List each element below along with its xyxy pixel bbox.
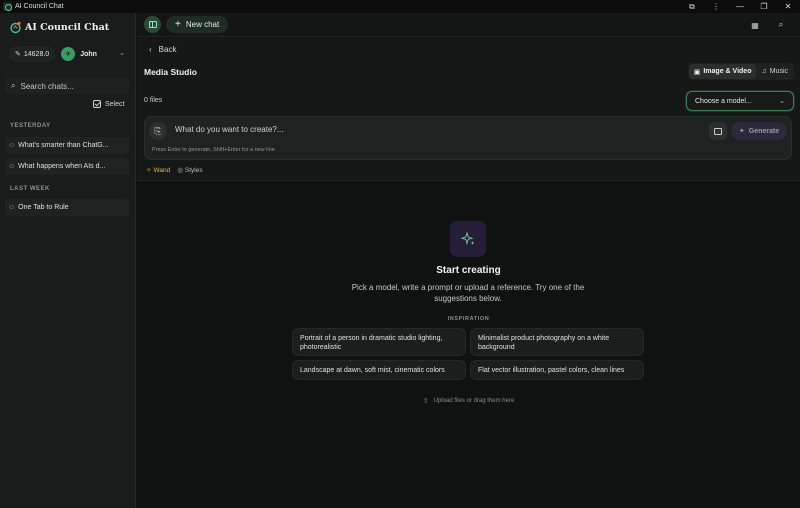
prompt-tools: ✧ Wand ◎ Styles <box>146 166 210 175</box>
users-icon: ☺ <box>8 163 16 170</box>
title-bar: AI Council Chat ⧉ ⋮ — ❐ ✕ <box>0 0 800 13</box>
wand-icon: ✧ <box>146 167 152 174</box>
tab-label: Music <box>769 68 788 75</box>
search-icon: ⌕ <box>11 81 16 90</box>
app-icon <box>3 2 12 11</box>
credits-badge[interactable]: ✎ 14628.0 <box>9 46 56 62</box>
styles-button[interactable]: ◎ Styles <box>177 166 203 175</box>
tag-icon: ✎ <box>15 51 21 58</box>
chat-title: What happens when AIs d... <box>18 163 106 170</box>
upload-icon: ⇧ <box>422 398 429 405</box>
generate-button[interactable]: ✦ Generate <box>731 122 787 140</box>
chat-title: One Tab to Rule <box>18 204 69 211</box>
palette-icon: ◎ <box>177 167 183 174</box>
top-actions: ▦ ⌕ <box>736 19 788 31</box>
chevron-down-icon: ⌄ <box>779 98 785 105</box>
model-select[interactable]: Choose a model... ⌄ <box>686 91 794 111</box>
brand-logo-icon <box>9 21 22 34</box>
upload-dropzone[interactable]: ⇧ Upload files or drag them here <box>137 397 800 405</box>
brand[interactable]: AI Council Chat <box>9 21 109 34</box>
close-button[interactable]: ✕ <box>776 0 800 13</box>
window-controls: ⧉ ⋮ — ❐ ✕ <box>680 0 800 13</box>
plus-icon: + <box>175 19 181 30</box>
suggestion-card[interactable]: Landscape at dawn, soft mist, cinematic … <box>292 360 466 380</box>
wand-label: Wand <box>153 166 171 174</box>
chevron-down-icon[interactable]: ⌄ <box>119 49 125 57</box>
chat-title: What's smarter than ChatG... <box>18 142 109 149</box>
chevron-left-icon: ‹ <box>149 45 152 54</box>
minimize-button[interactable]: — <box>728 0 752 13</box>
empty-state-icon <box>450 221 486 257</box>
credits-value: 14628.0 <box>23 50 50 58</box>
brand-name: AI Council Chat <box>25 22 110 33</box>
new-chat-label: New chat <box>185 20 220 29</box>
sidebar-icon <box>148 21 157 28</box>
more-options-icon[interactable]: ⋮ <box>704 0 728 13</box>
wand-button[interactable]: ✧ Wand <box>146 166 171 175</box>
sparkles-icon <box>460 231 475 245</box>
attach-button[interactable]: ⎘ <box>149 122 167 140</box>
model-select-value: Choose a model... <box>695 97 752 105</box>
suggestion-card[interactable]: Portrait of a person in dramatic studio … <box>292 328 466 356</box>
prompt-hint: Press Enter to generate, Shift+Enter for… <box>152 147 275 153</box>
image-icon: ▣ <box>693 68 701 76</box>
section-label-last-week: LAST WEEK <box>10 186 50 192</box>
back-label: Back <box>158 45 177 54</box>
upload-reference-button[interactable] <box>709 122 727 140</box>
styles-label: Styles <box>184 166 203 174</box>
toggle-sidebar-button[interactable] <box>144 16 161 33</box>
new-chat-button[interactable]: + New chat <box>166 16 229 33</box>
search-input[interactable] <box>20 81 121 91</box>
window-title: AI Council Chat <box>15 3 64 10</box>
tab-image-video[interactable]: ▣ Image & Video <box>688 64 757 79</box>
search-box: ⌕ <box>5 78 129 94</box>
generate-label: Generate <box>748 127 780 135</box>
prompt-input[interactable] <box>175 125 695 134</box>
upload-hint-label: Upload files or drag them here <box>433 398 515 404</box>
empty-state-title: Start creating <box>436 265 501 276</box>
tab-music[interactable]: ♫ Music <box>756 64 793 79</box>
suggestion-card[interactable]: Minimalist product photography on a whit… <box>470 328 644 356</box>
files-count: 0 files <box>144 97 163 104</box>
music-icon: ♫ <box>761 68 767 75</box>
user-name: John <box>80 50 97 58</box>
back-button[interactable]: ‹ Back <box>149 45 176 54</box>
restore-button[interactable]: ❐ <box>752 0 776 13</box>
search-icon[interactable]: ⌕ <box>774 19 788 31</box>
avatar: ✈ <box>61 47 76 61</box>
inspiration-label: INSPIRATION <box>447 316 490 322</box>
sparkle-icon: ✦ <box>738 128 745 135</box>
chat-list-item[interactable]: ☺ What's smarter than ChatG... <box>5 137 129 154</box>
select-button[interactable]: Select <box>93 100 124 108</box>
grid-icon[interactable]: ▦ <box>748 19 762 31</box>
users-icon: ☺ <box>8 204 16 211</box>
top-bar: + New chat ▦ ⌕ <box>137 13 800 37</box>
suggestion-card[interactable]: Flat vector illustration, pastel colors,… <box>470 360 644 380</box>
mode-tabs: ▣ Image & Video ♫ Music <box>687 63 794 80</box>
studio-header: ‹ Back Media Studio ▣ Image & Video ♫ Mu… <box>137 38 800 181</box>
chat-list-item[interactable]: ☺ What happens when AIs d... <box>5 158 129 175</box>
users-icon: ☺ <box>8 142 16 149</box>
account-row: ✎ 14628.0 ✈ John ⌄ <box>9 45 129 63</box>
chat-list-item[interactable]: ☺ One Tab to Rule <box>5 199 129 216</box>
tab-label: Image & Video <box>703 68 752 75</box>
main-content: ‹ Back Media Studio ▣ Image & Video ♫ Mu… <box>137 38 800 508</box>
select-label: Select <box>105 100 125 108</box>
prompt-box: ⎘ ✦ Generate Press Enter to generate, Sh… <box>144 116 792 160</box>
extensions-icon[interactable]: ⧉ <box>680 0 704 13</box>
empty-state-subtitle: Pick a model, write a prompt or upload a… <box>351 283 585 303</box>
checkbox-icon <box>93 100 101 108</box>
sidebar: AI Council Chat ✎ 14628.0 ✈ John ⌄ ⌕ Sel… <box>0 13 136 508</box>
page-title: Media Studio <box>144 67 197 77</box>
section-label-yesterday: YESTERDAY <box>10 123 51 129</box>
paperclip-icon: ⎘ <box>154 125 162 136</box>
user-menu[interactable]: ✈ John <box>61 46 97 62</box>
image-icon <box>714 127 722 135</box>
